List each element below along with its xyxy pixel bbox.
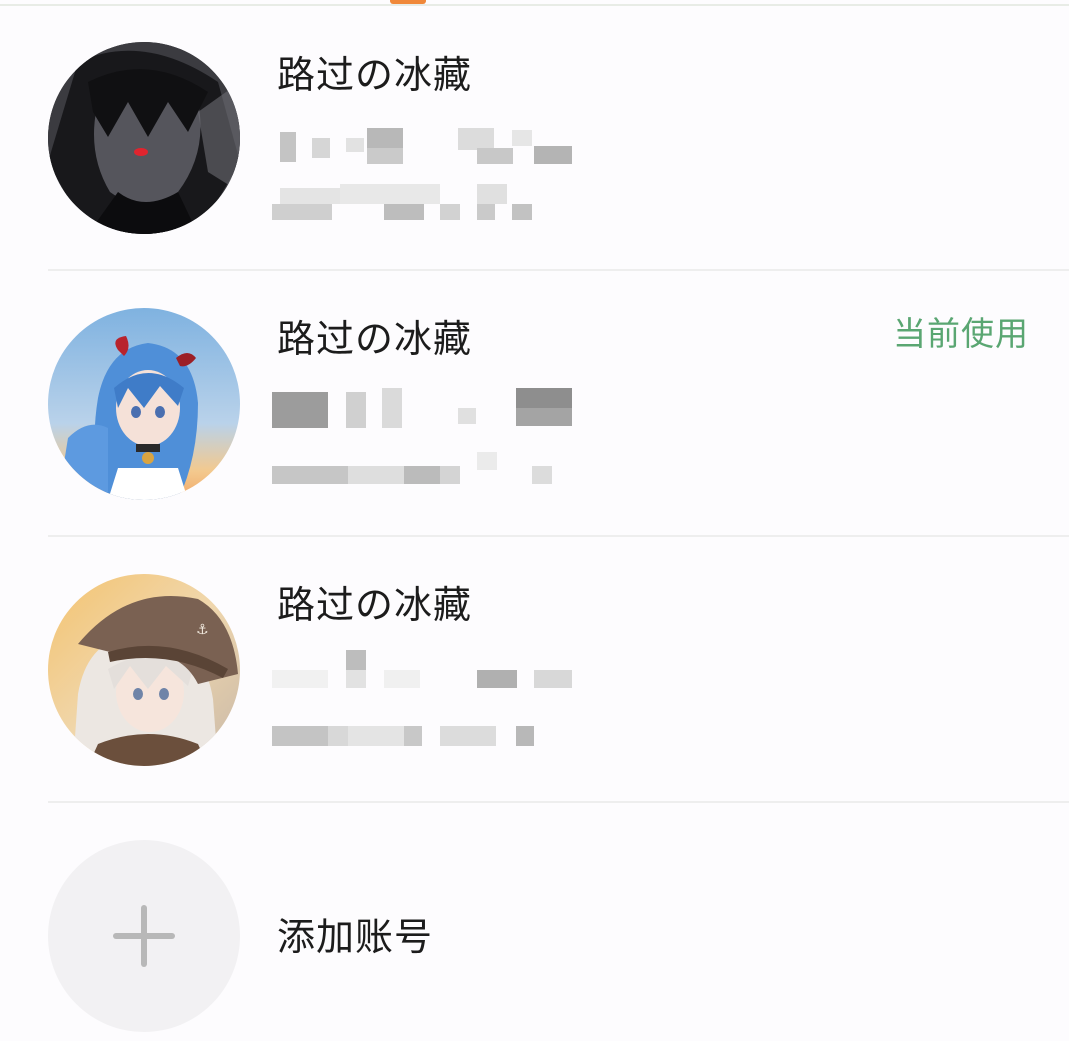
account-name: 路过の冰藏 (277, 53, 473, 97)
add-account-button[interactable]: 添加账号 (0, 830, 1069, 1041)
account-name: 路过の冰藏 (277, 317, 473, 361)
avatar-dark-hooded-character-icon (48, 42, 240, 234)
avatar-blue-hair-character-icon (48, 308, 240, 500)
redacted-account-info (272, 448, 562, 488)
row-divider (48, 801, 1069, 803)
account-item[interactable]: 路过の冰藏 (0, 8, 1069, 268)
account-name: 路过の冰藏 (277, 583, 473, 627)
redacted-account-info (272, 718, 562, 758)
row-divider (48, 269, 1069, 271)
plus-icon (48, 840, 240, 1032)
svg-text:⚓: ⚓ (196, 622, 209, 638)
row-divider (48, 535, 1069, 537)
redacted-account-info (272, 184, 542, 224)
avatar-white-hair-cap-character-icon: ⚓ (48, 574, 240, 766)
redacted-account-id (272, 650, 572, 690)
redacted-account-id (272, 388, 572, 428)
tab-indicator (390, 0, 426, 4)
current-account-badge: 当前使用 (893, 314, 1029, 353)
account-item-current[interactable]: 路过の冰藏 当前使用 (0, 272, 1069, 532)
top-divider (0, 4, 1069, 6)
account-item[interactable]: ⚓ 路过の冰藏 (0, 538, 1069, 798)
redacted-account-id (272, 128, 572, 168)
add-account-label: 添加账号 (277, 915, 434, 959)
